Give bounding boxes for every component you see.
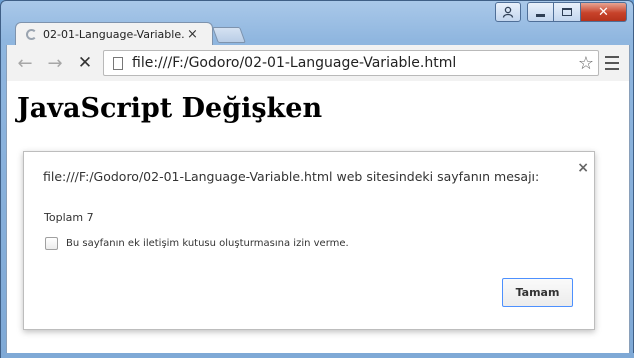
dialog-message: file:///F:/Godoro/02-01-Language-Variabl… — [43, 169, 540, 184]
maximize-button[interactable] — [554, 2, 581, 22]
close-icon: ✕ — [598, 4, 609, 20]
suppress-dialogs-checkbox[interactable] — [45, 237, 58, 250]
address-bar[interactable]: file:///F:/Godoro/02-01-Language-Variabl… — [103, 50, 599, 76]
window-caption-buttons: ✕ — [527, 2, 627, 22]
browser-toolbar: ← → ✕ file:///F:/Godoro/02-01-Language-V… — [6, 45, 630, 81]
ok-button[interactable]: Tamam — [502, 278, 573, 307]
tab-close-button[interactable]: × — [187, 27, 198, 42]
new-tab-button[interactable] — [212, 27, 246, 43]
minimize-button[interactable] — [527, 2, 554, 22]
dialog-close-button[interactable]: × — [577, 160, 589, 176]
suppress-dialogs-option[interactable]: Bu sayfanın ek iletişim kutusu oluşturma… — [45, 237, 349, 250]
window-bottom-border — [1, 353, 634, 358]
stop-button[interactable]: ✕ — [75, 53, 95, 73]
spinner-icon — [26, 28, 37, 40]
page-icon — [113, 56, 123, 70]
dialog-body-text: Toplam 7 — [44, 211, 94, 224]
user-icon — [502, 6, 514, 18]
alert-dialog: file:///F:/Godoro/02-01-Language-Variabl… — [23, 151, 595, 330]
browser-window: ✕ 02-01-Language-Variable. × ← → ✕ file:… — [0, 0, 634, 358]
window-close-button[interactable]: ✕ — [581, 2, 627, 22]
address-url: file:///F:/Godoro/02-01-Language-Variabl… — [132, 55, 457, 71]
suppress-dialogs-label: Bu sayfanın ek iletişim kutusu oluşturma… — [66, 238, 349, 249]
user-profile-button[interactable] — [495, 2, 521, 22]
star-icon[interactable]: ☆ — [578, 53, 594, 74]
minimize-icon — [536, 13, 545, 17]
maximize-icon — [562, 8, 572, 16]
page-content: JavaScript Değişken file:///F:/Godoro/02… — [6, 81, 630, 353]
tab-title: 02-01-Language-Variable. — [43, 27, 185, 41]
page-heading: JavaScript Değişken — [17, 93, 323, 124]
back-button[interactable]: ← — [15, 53, 35, 74]
browser-tab-active[interactable]: 02-01-Language-Variable. × — [15, 22, 213, 45]
hamburger-menu-icon[interactable] — [605, 56, 619, 70]
forward-button[interactable]: → — [45, 53, 65, 74]
